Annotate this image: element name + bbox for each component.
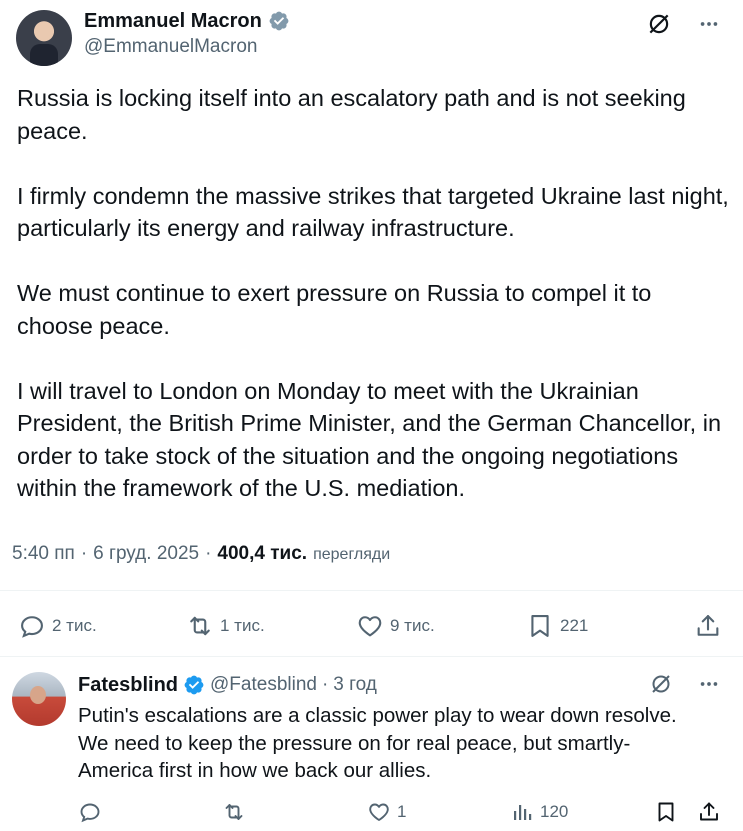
bookmark-button[interactable]: 221 [526, 612, 588, 640]
reply-top-actions [647, 670, 723, 698]
reply-icon [80, 803, 100, 823]
reply-author-name[interactable]: Fatesblind [78, 674, 178, 697]
reply-button[interactable]: 2 тис. [18, 612, 97, 640]
tweet-meta: 5:40 пп · 6 груд. 2025 · 400,4 тис. пере… [12, 543, 390, 565]
tweet-text: Russia is locking itself into an escalat… [17, 85, 729, 501]
bookmark-count: 221 [560, 616, 589, 635]
like-button[interactable]: 1 [367, 800, 406, 824]
heart-icon [369, 803, 389, 821]
reply-time[interactable]: 3 год [333, 674, 377, 696]
repost-icon [190, 616, 210, 636]
author-name[interactable]: Emmanuel Macron [84, 10, 262, 33]
share-button[interactable] [694, 612, 722, 640]
more-icon[interactable] [695, 670, 723, 698]
verified-badge-icon [269, 11, 289, 31]
views-icon [514, 805, 532, 820]
bookmark-icon [658, 802, 674, 822]
heart-icon [358, 616, 382, 637]
reply-count: 2 тис. [52, 616, 97, 635]
more-icon[interactable] [695, 10, 723, 38]
tweet-time[interactable]: 5:40 пп [12, 543, 75, 565]
meta-separator: · [205, 543, 212, 564]
views-button[interactable]: 120 [510, 800, 568, 824]
grok-icon[interactable] [647, 670, 675, 698]
reply-author-handle[interactable]: @Fatesblind [210, 674, 317, 696]
reply-header: Fatesblind @Fatesblind · 3 год [78, 672, 377, 698]
views-count: 400,4 тис. [217, 543, 308, 564]
divider [0, 656, 743, 657]
repost-button[interactable]: 1 тис. [186, 612, 265, 640]
meta-separator: · [321, 674, 329, 695]
bookmark-button[interactable] [654, 800, 678, 824]
reply-author-avatar[interactable] [12, 672, 66, 726]
tweet-action-bar: 2 тис. 1 тис. 9 тис. 221 [0, 608, 743, 646]
share-button[interactable] [697, 800, 721, 824]
author-handle[interactable]: @EmmanuelMacron [84, 36, 290, 58]
reply-button[interactable] [78, 800, 102, 824]
like-button[interactable]: 9 тис. [356, 612, 435, 640]
bookmark-icon [531, 615, 549, 637]
share-icon [700, 802, 718, 821]
reply-action-bar: 1 120 [0, 798, 743, 830]
verified-badge-icon [184, 675, 204, 695]
like-count: 9 тис. [390, 616, 435, 635]
divider [0, 590, 743, 591]
repost-button[interactable] [222, 800, 246, 824]
reply-text: Putin's escalations are a classic power … [78, 704, 677, 782]
repost-icon [225, 804, 243, 820]
tweet-date[interactable]: 6 груд. 2025 [93, 543, 199, 565]
share-icon [697, 615, 719, 636]
views-count: 120 [540, 802, 569, 821]
like-count: 1 [397, 802, 407, 821]
author-avatar[interactable] [16, 10, 72, 66]
reply-icon [21, 616, 43, 638]
tweet-top-actions [645, 10, 723, 38]
grok-icon[interactable] [645, 10, 673, 38]
meta-separator: · [80, 543, 88, 564]
views-label: перегляди [313, 546, 391, 563]
repost-count: 1 тис. [220, 616, 265, 635]
author-block: Emmanuel Macron @EmmanuelMacron [84, 8, 290, 58]
